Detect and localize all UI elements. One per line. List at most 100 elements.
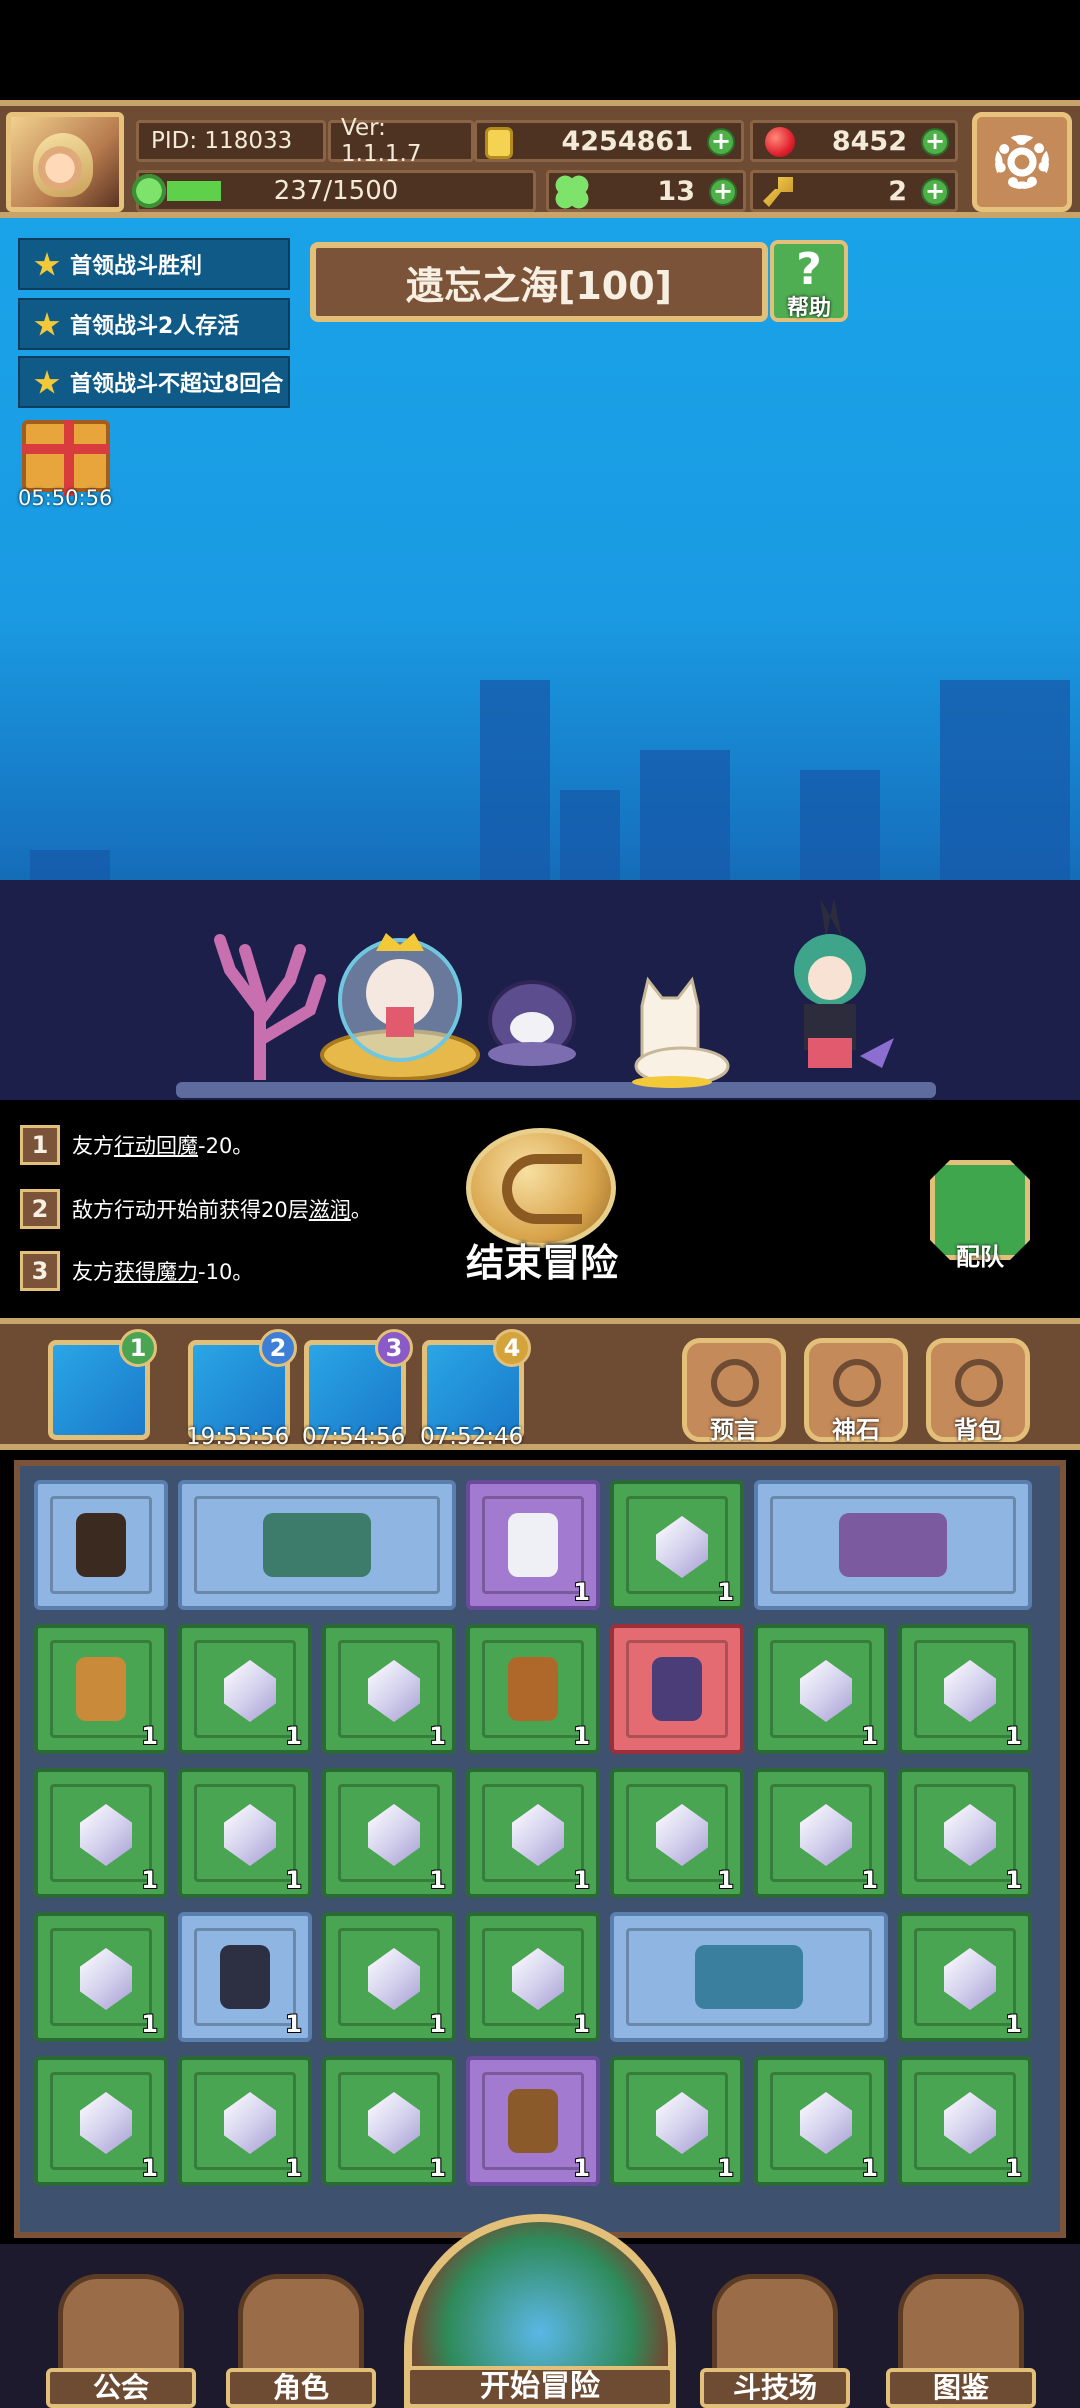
gold-counter: 4254861 + [474, 120, 744, 162]
item-quantity: 1 [429, 1866, 446, 1894]
add-gem-button[interactable]: + [921, 128, 949, 156]
effect-keyword[interactable]: 获得魔力 [114, 1256, 198, 1286]
ruins-icon [695, 1945, 803, 2009]
help-button[interactable]: ? 帮助 [770, 240, 848, 322]
effect-number: 3 [20, 1251, 60, 1291]
item-quantity: 1 [573, 2154, 590, 2182]
gem-counter: 8452 + [750, 120, 958, 162]
item-quantity: 1 [141, 1722, 158, 1750]
inventory-cell[interactable]: 1 [898, 2056, 1032, 2186]
player-avatar[interactable] [6, 112, 124, 212]
inventory-cell[interactable] [610, 1624, 744, 1754]
item-quantity: 1 [573, 2010, 590, 2038]
inventory-cell[interactable]: 1 [322, 2056, 456, 2186]
chest-gold-icon [75, 1657, 127, 1721]
team-setup-button[interactable]: 配队 [930, 1160, 1030, 1271]
star-icon [34, 370, 60, 394]
slot-number-badge: 4 [493, 1329, 531, 1367]
inventory-cell[interactable]: 1 [178, 1624, 312, 1754]
add-gold-button[interactable]: + [707, 128, 735, 156]
chest-wood-icon [507, 2089, 559, 2153]
inventory-cell[interactable]: 1 [610, 2056, 744, 2186]
objective-text: 首领战斗2人存活 [70, 314, 240, 339]
item-quantity: 1 [717, 2154, 734, 2182]
effect-keyword[interactable]: 滋润 [309, 1194, 351, 1224]
item-quantity: 1 [573, 1866, 590, 1894]
inventory-cell[interactable]: 1 [34, 2056, 168, 2186]
nav-character[interactable]: 角色 [226, 2274, 376, 2408]
player-id: PID: 118033 [136, 120, 326, 162]
bunny-girl-character [794, 898, 894, 1068]
inventory-grid: 1 1 1 1 1 1 1 1 1 1 1 1 1 1 1 1 1 1 1 1 1 1 1 1 1 1 1 [14, 1460, 1066, 2238]
backpack-button[interactable]: 背包 [926, 1338, 1030, 1444]
inventory-cell[interactable]: 1 [34, 1768, 168, 1898]
nav-guild-label: 公会 [46, 2368, 196, 2408]
inventory-cell[interactable]: 1 [466, 1768, 600, 1898]
inventory-cell[interactable]: 1 [754, 1768, 888, 1898]
prophecy-button[interactable]: 预言 [682, 1338, 786, 1444]
item-quantity: 1 [861, 1722, 878, 1750]
inventory-cell[interactable]: 1 [754, 1624, 888, 1754]
effect-text: 友方 [72, 1134, 114, 1158]
inventory-cell[interactable] [610, 1912, 888, 2042]
objective-text: 首领战斗不超过8回合 [70, 372, 284, 397]
fish-icon [507, 1513, 559, 1577]
item-quantity: 1 [285, 2154, 302, 2182]
inventory-cell[interactable] [754, 1480, 1032, 1610]
gift-timer: 05:50:56 [18, 486, 113, 510]
nav-codex[interactable]: 图鉴 [886, 2274, 1036, 2408]
question-icon: ? [796, 244, 822, 295]
nav-guild[interactable]: 公会 [46, 2274, 196, 2408]
party-bar: 1 2 19:55:56 3 07:54:56 4 07:52:46 预言 神石… [0, 1318, 1080, 1450]
inventory-cell[interactable]: 1 [178, 1768, 312, 1898]
inventory-cell[interactable]: 1 [466, 1912, 600, 2042]
god-stone-icon [833, 1359, 881, 1407]
nav-arena[interactable]: 斗技场 [700, 2274, 850, 2408]
gear-icon [995, 135, 1049, 189]
inventory-cell[interactable]: 1 [898, 1624, 1032, 1754]
item-quantity: 1 [141, 1866, 158, 1894]
item-quantity: 1 [861, 2154, 878, 2182]
inventory-cell[interactable]: 1 [178, 2056, 312, 2186]
gift-box-icon[interactable] [22, 420, 110, 496]
inventory-cell[interactable]: 1 [322, 1624, 456, 1754]
inventory-cell[interactable] [34, 1480, 168, 1610]
stage-platform [176, 1082, 936, 1098]
slot-number-badge: 1 [119, 1329, 157, 1367]
team-label: 配队 [956, 1243, 1004, 1271]
clam-creature [488, 980, 576, 1066]
effect-number: 2 [20, 1189, 60, 1229]
inventory-cell[interactable]: 1 [34, 1624, 168, 1754]
inventory-cell[interactable]: 1 [322, 1912, 456, 2042]
item-quantity: 1 [1005, 1722, 1022, 1750]
add-key-button[interactable]: + [921, 178, 949, 206]
nav-start-adventure[interactable]: 开始冒险 [404, 2214, 676, 2408]
inventory-cell[interactable]: 1 [754, 2056, 888, 2186]
objective-text: 首领战斗胜利 [70, 254, 203, 279]
inventory-cell[interactable]: 1 [898, 1768, 1032, 1898]
inventory-cell[interactable]: 1 [466, 1480, 600, 1610]
inventory-cell[interactable]: 1 [322, 1768, 456, 1898]
inventory-cell[interactable]: 1 [34, 1912, 168, 2042]
inventory-cell[interactable]: 1 [466, 2056, 600, 2186]
party-slot[interactable]: 1 [48, 1329, 157, 1440]
god-stone-label: 神石 [832, 1416, 880, 1444]
settings-button[interactable] [972, 112, 1072, 212]
inventory-cell[interactable]: 1 [898, 1912, 1032, 2042]
energy-value: 237/1500 [273, 176, 399, 206]
inventory-cell[interactable] [178, 1480, 456, 1610]
island-icon [263, 1513, 371, 1577]
effect-text: -10。 [198, 1260, 254, 1284]
inventory-cell[interactable]: 1 [178, 1912, 312, 2042]
effect-keyword[interactable]: 行动回魔 [114, 1130, 198, 1160]
nav-start-label: 开始冒险 [406, 2366, 674, 2408]
end-adventure-button[interactable]: 结束冒险 [452, 1128, 628, 1285]
key-icon [763, 177, 793, 207]
add-clover-button[interactable]: + [709, 178, 737, 206]
inventory-cell[interactable]: 1 [610, 1768, 744, 1898]
god-stone-button[interactable]: 神石 [804, 1338, 908, 1444]
inventory-cell[interactable]: 1 [610, 1480, 744, 1610]
objective-item: 首领战斗不超过8回合 [18, 356, 290, 408]
inventory-cell[interactable]: 1 [466, 1624, 600, 1754]
objective-item: 首领战斗2人存活 [18, 298, 290, 350]
